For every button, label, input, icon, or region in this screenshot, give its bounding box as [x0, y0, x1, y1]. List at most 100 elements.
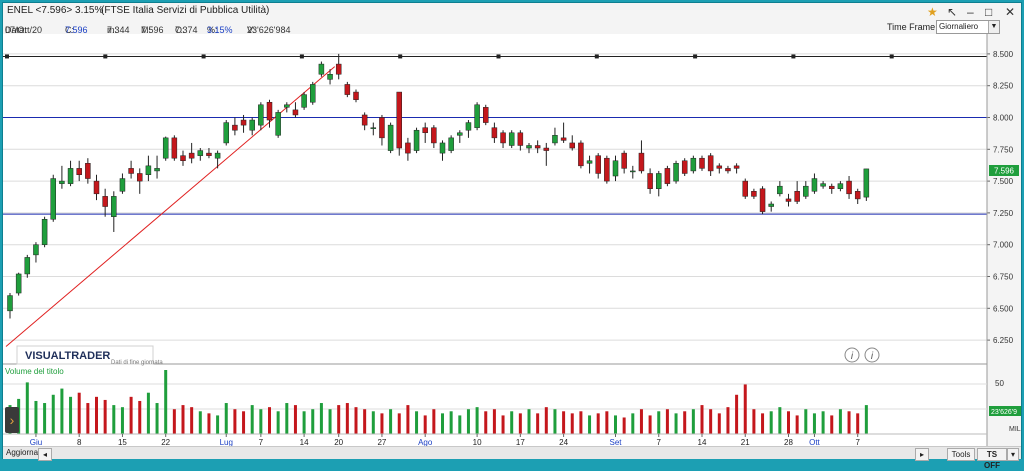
candle-down: [638, 152, 645, 172]
candle-up: [820, 183, 826, 187]
volume-bar: [812, 413, 816, 434]
volume-bar: [181, 405, 185, 434]
candle-up: [690, 157, 697, 172]
star-icon[interactable]: ★: [927, 5, 938, 19]
volume-bar: [112, 405, 116, 434]
volume-unit: MIL: [1009, 426, 1021, 433]
level-handle[interactable]: [398, 54, 403, 59]
volume-bar: [51, 394, 55, 434]
volume-bar: [614, 415, 617, 434]
volume-bar: [821, 411, 825, 434]
volume-bar: [795, 415, 799, 434]
candle-down: [517, 132, 524, 146]
candle-up: [258, 104, 264, 126]
level-handle[interactable]: [693, 54, 698, 59]
ts-toggle-button[interactable]: TS OFF: [977, 448, 1007, 470]
level-handle[interactable]: [791, 54, 796, 59]
volume-bar: [146, 392, 150, 434]
chart-area[interactable]: 8.500 8.250 8.000 7.750 7.500 7.250 7.000 6.750…: [3, 34, 1021, 446]
candle-down: [180, 155, 186, 161]
volume-bar: [631, 413, 635, 434]
level-handle[interactable]: [889, 54, 894, 59]
candle-up: [67, 168, 74, 184]
candle-up: [863, 168, 870, 198]
volume-bar: [423, 415, 427, 434]
volume-bar: [562, 411, 566, 434]
candle-down: [621, 152, 627, 169]
price-tick-label: 8.000: [993, 114, 1014, 123]
candle-up: [474, 104, 480, 128]
candle-up: [223, 122, 229, 144]
candle-down: [578, 142, 584, 167]
volume-bar: [449, 411, 453, 434]
candle-down: [699, 157, 705, 169]
candle-down: [707, 155, 714, 172]
date-tick-label: Set: [609, 438, 622, 446]
candle-up: [119, 178, 126, 192]
volume-bar: [856, 413, 860, 434]
maximize-icon[interactable]: □: [985, 5, 992, 19]
candle-down: [240, 119, 247, 126]
level-handle[interactable]: [594, 54, 599, 59]
candle-up: [111, 196, 117, 217]
volume-bar: [233, 409, 237, 434]
candle-up: [197, 150, 204, 156]
candle-up: [310, 84, 316, 103]
level-handle[interactable]: [5, 54, 9, 59]
date-tick-label: 7: [259, 438, 264, 446]
candle-down: [647, 173, 653, 189]
candle-down: [396, 91, 402, 149]
chevron-down-icon[interactable]: ▾: [1007, 448, 1019, 461]
candle-down: [102, 196, 108, 207]
candle-down: [431, 127, 437, 144]
timeframe-select[interactable]: Giornaliero ▼: [936, 20, 1000, 34]
volume-bar: [683, 411, 687, 434]
volume-bar: [518, 413, 522, 434]
volume-bar: [397, 413, 401, 434]
volume-bar: [466, 409, 470, 434]
volume-bar: [319, 403, 323, 434]
candle-down: [604, 157, 610, 182]
candle-down: [344, 84, 351, 95]
volume-bar: [250, 405, 254, 434]
update-button[interactable]: Aggiorna: [6, 448, 38, 457]
date-tick-label: 14: [300, 438, 309, 446]
candle-up: [275, 112, 281, 136]
minimize-icon[interactable]: –: [967, 5, 974, 19]
close-icon[interactable]: ✕: [1005, 5, 1015, 19]
candle-down: [733, 165, 740, 169]
level-handle[interactable]: [496, 54, 501, 59]
volume-bar: [536, 413, 540, 434]
expand-arrow-icon[interactable]: ›: [5, 407, 19, 433]
tools-button[interactable]: Tools: [947, 448, 975, 461]
volume-bar: [510, 411, 514, 434]
volume-bar: [665, 409, 669, 434]
volume-bar: [735, 394, 739, 434]
level-handle[interactable]: [103, 54, 108, 59]
scroll-right-icon[interactable]: ▸: [915, 448, 929, 461]
volume-bar: [674, 413, 678, 434]
chevron-down-icon[interactable]: ▼: [988, 21, 999, 33]
level-handle[interactable]: [201, 54, 206, 59]
date-tick-label: 20: [334, 438, 343, 446]
candle-down: [595, 155, 601, 174]
volume-bar: [501, 415, 505, 434]
date-tick-label: 17: [516, 438, 525, 446]
date-tick-label: 7: [657, 438, 662, 446]
price-tick-label: 8.250: [993, 82, 1014, 91]
level-handle[interactable]: [299, 54, 304, 59]
arrow-up-left-icon[interactable]: ↖: [947, 5, 957, 19]
volume-bar: [268, 407, 271, 434]
last-price-label: 7.596: [994, 167, 1015, 176]
volume-bar: [484, 411, 488, 434]
candle-down: [361, 114, 368, 126]
candle-down: [483, 107, 489, 123]
scroll-left-icon[interactable]: ◂: [38, 448, 52, 461]
volume-bar: [553, 409, 557, 434]
volume-bar: [743, 384, 747, 434]
candle-down: [188, 152, 195, 159]
date-tick-label: 27: [377, 438, 386, 446]
volume-bar: [129, 396, 133, 434]
volume-bar: [579, 411, 583, 434]
candle-up: [7, 295, 13, 312]
